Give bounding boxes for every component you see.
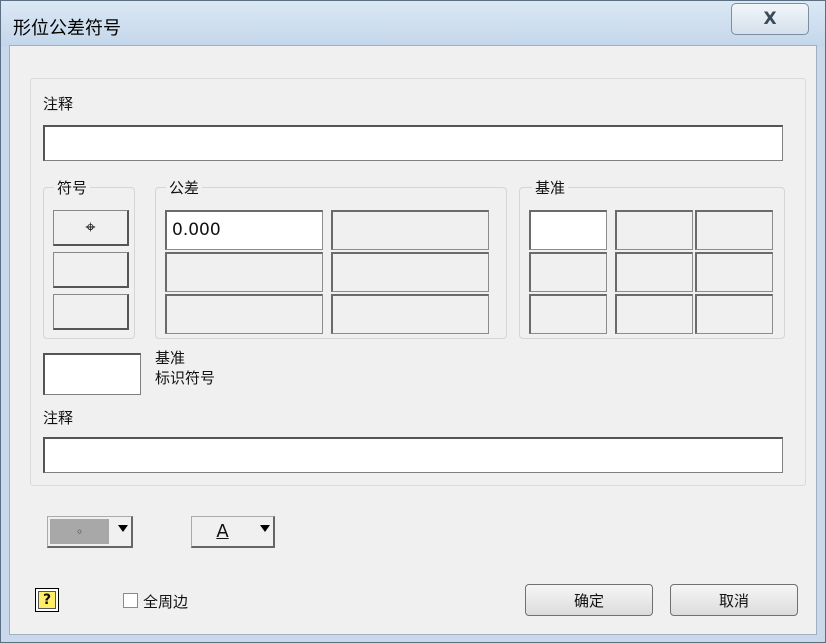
note-bottom-input[interactable] [43, 437, 783, 473]
all-around-checkbox[interactable] [123, 593, 138, 608]
symbol-button-1[interactable]: ⌖ [53, 210, 129, 246]
chevron-down-icon [260, 525, 270, 532]
tolerance-cell-2-1[interactable] [165, 252, 323, 292]
datum-cell-3-3[interactable] [695, 294, 773, 334]
datum-cell-2-1[interactable] [529, 252, 607, 292]
position-symbol-icon: ⌖ [85, 217, 96, 238]
tolerance-group-title: 公差 [166, 177, 203, 198]
datum-group: 基准 [519, 177, 785, 339]
symbol-button-2[interactable] [53, 252, 129, 288]
datum-cell-3-1[interactable] [529, 294, 607, 334]
note-top-input[interactable] [43, 125, 783, 161]
all-around-label[interactable]: 全周边 [143, 591, 188, 612]
tolerance-cell-3-2[interactable] [331, 294, 489, 334]
datum-identifier-label-line1: 基准 [155, 349, 186, 367]
tolerance-cell-1-1[interactable]: 0.000 [165, 210, 323, 250]
datum-group-title: 基准 [532, 177, 569, 198]
symbol-dropdown[interactable]: ◦ [47, 516, 133, 548]
datum-cell-2-2[interactable] [615, 252, 693, 292]
tolerance-cell-3-1[interactable] [165, 294, 323, 334]
help-icon: ? [38, 591, 56, 609]
dialog-window: 形位公差符号 X 注释 符号 ⌖ 公差 0.000 基准 基准 标识符号 注释 … [0, 0, 826, 643]
symbol-dropdown-value: ◦ [50, 519, 109, 544]
datum-cell-1-3[interactable] [695, 210, 773, 250]
tolerance-group: 公差 0.000 [155, 177, 507, 339]
datum-identifier-input[interactable] [43, 353, 141, 395]
font-dropdown-value: A [216, 521, 229, 542]
main-panel: 注释 符号 ⌖ 公差 0.000 基准 基准 标识符号 注释 [30, 78, 806, 486]
note-top-label: 注释 [43, 95, 74, 113]
symbol-group-title: 符号 [54, 177, 91, 198]
help-button[interactable]: ? [35, 588, 59, 612]
datum-cell-1-1[interactable] [529, 210, 607, 250]
cancel-button[interactable]: 取消 [670, 584, 798, 616]
close-icon: X [763, 9, 777, 29]
symbol-button-3[interactable] [53, 294, 129, 330]
tolerance-cell-1-2[interactable] [331, 210, 489, 250]
note-bottom-label: 注释 [43, 409, 74, 427]
font-dropdown[interactable]: A [191, 516, 275, 548]
title-bar[interactable]: 形位公差符号 X [1, 1, 825, 47]
datum-cell-1-2[interactable] [615, 210, 693, 250]
datum-identifier-label-line2: 标识符号 [155, 369, 216, 387]
datum-cell-2-3[interactable] [695, 252, 773, 292]
symbol-group: 符号 ⌖ [43, 177, 135, 339]
window-title: 形位公差符号 [13, 18, 121, 39]
tolerance-cell-2-2[interactable] [331, 252, 489, 292]
datum-cell-3-2[interactable] [615, 294, 693, 334]
chevron-down-icon [118, 525, 128, 532]
dialog-body: 注释 符号 ⌖ 公差 0.000 基准 基准 标识符号 注释 ◦ A ? 全周边… [9, 45, 817, 635]
close-button[interactable]: X [731, 3, 809, 35]
ok-button[interactable]: 确定 [525, 584, 653, 616]
